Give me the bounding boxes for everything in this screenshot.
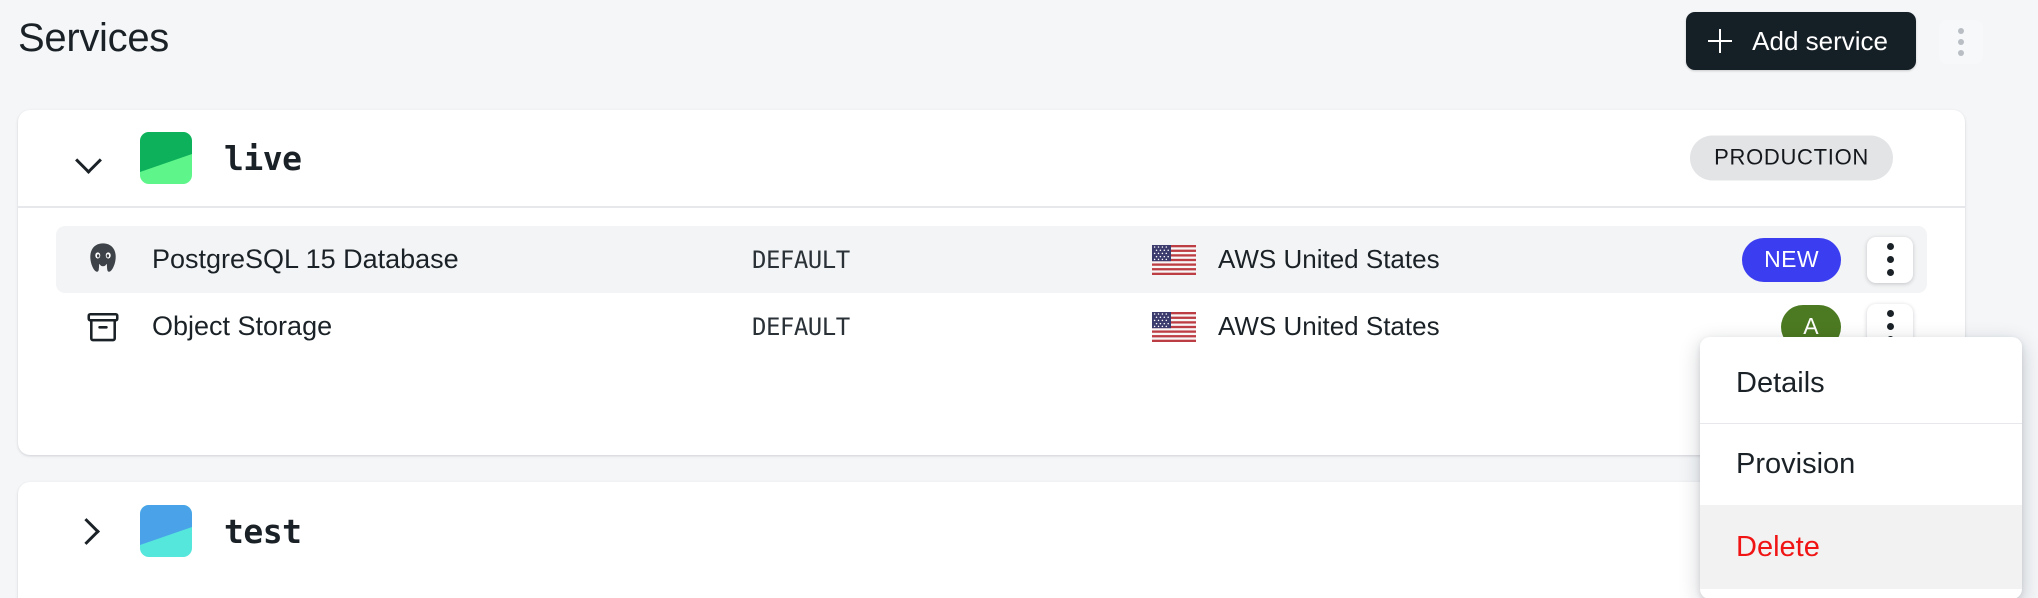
environment-header-test[interactable]: test <box>18 482 1965 580</box>
more-vertical-icon-dot <box>1958 39 1964 45</box>
service-region: AWS United States <box>1152 244 1440 275</box>
service-name: Object Storage <box>152 311 333 341</box>
service-row-postgresql[interactable]: PostgreSQL 15 Database DEFAULT AWS Unite… <box>56 226 1927 293</box>
more-vertical-icon-dot <box>1886 243 1894 250</box>
environment-card-live: live PRODUCTION PostgreSQL 15 Database D… <box>18 110 1965 455</box>
more-vertical-icon-dot <box>1886 256 1894 263</box>
more-vertical-icon-dot <box>1886 310 1894 317</box>
status-badge-new: NEW <box>1742 237 1841 282</box>
environment-card-test: test <box>18 482 1965 598</box>
us-flag-icon <box>1152 311 1196 342</box>
menu-item-provision[interactable]: Provision <box>1700 424 2022 505</box>
header-more-options-button[interactable] <box>1939 20 1983 64</box>
more-vertical-icon-dot <box>1958 28 1964 34</box>
service-context-menu: Details Provision Delete <box>1700 337 2022 598</box>
archive-box-icon <box>82 306 124 348</box>
service-row-object-storage[interactable]: Object Storage DEFAULT AWS United States… <box>56 293 1927 360</box>
service-name: PostgreSQL 15 Database <box>152 244 459 274</box>
service-plan: DEFAULT <box>752 312 850 341</box>
page-header: Services Add service <box>0 0 2038 110</box>
environment-name-live: live <box>224 138 302 178</box>
service-region: AWS United States <box>1152 311 1440 342</box>
postgresql-icon <box>82 239 124 281</box>
region-label: AWS United States <box>1218 244 1440 274</box>
add-service-label: Add service <box>1752 25 1888 56</box>
plus-icon <box>1708 29 1733 53</box>
environment-name-test: test <box>224 511 302 551</box>
chevron-right-icon[interactable] <box>74 516 104 546</box>
service-more-options-button[interactable] <box>1867 236 1913 283</box>
chevron-down-icon[interactable] <box>74 143 104 173</box>
menu-item-delete[interactable]: Delete <box>1700 505 2022 589</box>
service-row-actions: NEW <box>1742 236 1913 283</box>
region-label: AWS United States <box>1218 311 1440 341</box>
environment-avatar-test <box>140 505 192 557</box>
environment-header-live[interactable]: live PRODUCTION <box>18 110 1965 208</box>
page-title: Services <box>18 16 169 60</box>
environment-avatar-live <box>140 132 192 184</box>
service-plan: DEFAULT <box>752 245 850 274</box>
services-page: Services Add service live PRODUCTION Pos… <box>0 0 2038 598</box>
more-vertical-icon-dot <box>1886 269 1894 276</box>
environment-badge-production: PRODUCTION <box>1690 135 1893 181</box>
menu-item-details[interactable]: Details <box>1700 343 2022 424</box>
services-list-live: PostgreSQL 15 Database DEFAULT AWS Unite… <box>18 208 1965 386</box>
us-flag-icon <box>1152 244 1196 275</box>
add-service-button[interactable]: Add service <box>1686 12 1916 70</box>
more-vertical-icon-dot <box>1958 50 1964 56</box>
more-vertical-icon-dot <box>1886 323 1894 330</box>
